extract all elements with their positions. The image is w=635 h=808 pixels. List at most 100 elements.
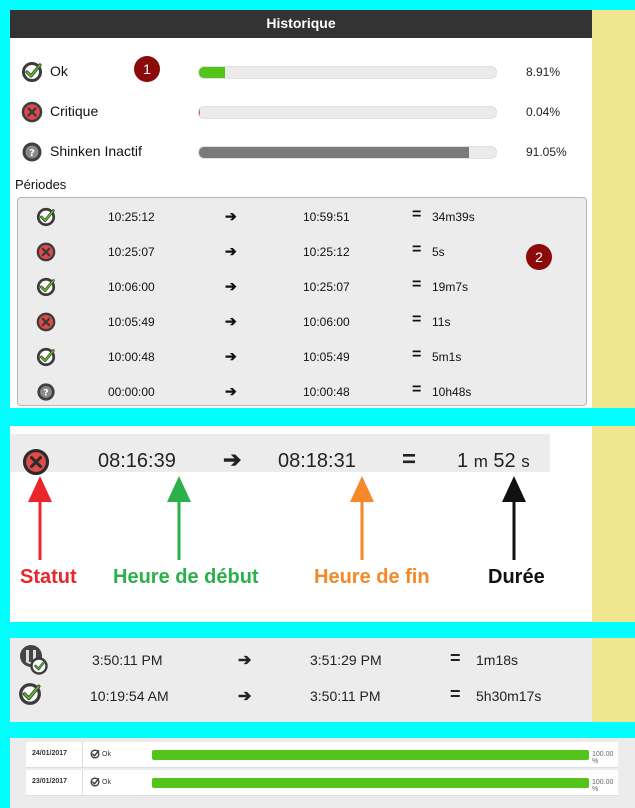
arrow-right-icon: ➔ <box>225 208 237 224</box>
period-start: 10:25:07 <box>108 245 155 259</box>
side-strip <box>592 426 635 622</box>
period-row: ? 00:00:00 ➔ 10:00:48 = 10h48s <box>18 380 586 404</box>
check-circle-icon <box>18 682 42 709</box>
equals-sign: = <box>412 311 422 328</box>
side-strip <box>592 10 635 408</box>
x-circle-icon <box>21 101 43 128</box>
daily-row: 23/01/2017 Ok 100.00 % <box>26 770 618 796</box>
periods-title: Périodes <box>15 177 67 192</box>
stat-percent: 0.04% <box>526 105 561 119</box>
arrow-right-icon: ➔ <box>225 348 237 364</box>
stat-percent: 91.05% <box>526 145 567 159</box>
period-start: 00:00:00 <box>108 385 155 399</box>
check-circle-icon <box>90 749 100 761</box>
period-duration: 19m7s <box>432 280 469 294</box>
legend-duration: Durée <box>488 566 545 588</box>
legend-start-time: Heure de début <box>113 566 259 588</box>
progress-fill <box>199 67 226 78</box>
stat-row-ok: Ok 8.91% <box>10 61 592 83</box>
period-start: 10:05:49 <box>108 315 155 329</box>
arrow-right-icon: ➔ <box>225 313 237 329</box>
timeline-row: 3:50:11 PM ➔ 3:51:29 PM = 1m18s <box>10 644 592 675</box>
equals-sign: = <box>412 206 422 223</box>
svg-text:?: ? <box>43 389 48 399</box>
question-circle-icon: ? <box>36 382 56 405</box>
timeline-start: 3:50:11 PM <box>92 652 163 668</box>
period-start: 10:06:00 <box>108 280 155 294</box>
stat-label: Critique <box>50 103 99 119</box>
period-duration: 11s <box>432 315 451 329</box>
periods-list: 10:25:12 ➔ 10:59:51 = 34m39s 10:25:07 ➔ 10:25:1… <box>17 197 587 406</box>
check-circle-icon <box>21 61 43 88</box>
daily-row: 24/01/2017 Ok 100.00 % <box>26 742 618 768</box>
timeline-row: 10:19:54 AM ➔ 3:50:11 PM = 5h30m17s <box>10 680 592 710</box>
equals-sign: = <box>450 648 461 668</box>
period-row: 10:06:00 ➔ 10:25:07 = 19m7s <box>18 275 586 299</box>
check-circle-icon <box>36 347 56 370</box>
timeline-duration: 1m18s <box>476 652 519 668</box>
equals-sign: = <box>450 684 461 704</box>
daily-bar <box>152 778 589 788</box>
progress-bar <box>198 146 497 159</box>
period-end: 10:25:12 <box>303 245 350 259</box>
period-duration: 10h48s <box>432 385 472 399</box>
check-circle-icon <box>36 207 56 230</box>
check-circle-icon <box>90 777 100 789</box>
daily-date: 24/01/2017 <box>32 750 68 757</box>
stat-label: Ok <box>50 63 68 79</box>
check-circle-icon <box>36 277 56 300</box>
example-period-row: 08:16:39 ➔ 08:18:31 = 1 m 52 s <box>10 434 550 476</box>
wrench-overlay-icon <box>18 644 50 679</box>
period-duration: 5m1s <box>432 350 462 364</box>
period-end: 10:59:51 <box>303 210 350 224</box>
arrow-right-icon: ➔ <box>225 278 237 294</box>
equals-sign: = <box>412 346 422 363</box>
period-start: 10:25:12 <box>108 210 155 224</box>
daily-percent: 100.00 % <box>592 779 614 793</box>
daily-status-label: Ok <box>102 779 111 786</box>
daily-history-panel: 24/01/2017 Ok 100.00 % 23/01/2017 Ok 100… <box>10 738 635 808</box>
x-circle-icon <box>36 242 56 265</box>
stat-label: Shinken Inactif <box>50 143 142 159</box>
daily-status-label: Ok <box>102 751 111 758</box>
annotation-badge-1: 1 <box>134 56 160 82</box>
equals-sign: = <box>412 241 422 258</box>
annotation-badge-2: 2 <box>526 244 552 270</box>
period-row: 10:00:48 ➔ 10:05:49 = 5m1s <box>18 345 586 369</box>
progress-bar <box>198 66 497 79</box>
period-start: 10:00:48 <box>108 350 155 364</box>
period-end: 10:00:48 <box>303 385 350 399</box>
period-row: 10:25:12 ➔ 10:59:51 = 34m39s <box>18 205 586 229</box>
period-row: 10:05:49 ➔ 10:06:00 = 11s <box>18 310 586 334</box>
period-duration: 34m39s <box>432 210 475 224</box>
side-strip <box>592 638 635 722</box>
period-end: 10:06:00 <box>303 315 350 329</box>
legend-arrows <box>28 476 526 560</box>
equals-sign: = <box>412 381 422 398</box>
history-title: Historique <box>10 10 592 38</box>
timeline-end: 3:51:29 PM <box>310 652 382 668</box>
timeline-panel: 3:50:11 PM ➔ 3:51:29 PM = 1m18s 10:19:54… <box>10 638 592 722</box>
progress-fill <box>199 147 470 158</box>
question-circle-icon: ? <box>21 141 43 168</box>
history-panel: Historique Ok 8.91% Critique 0.04% ? Shi… <box>10 10 592 408</box>
arrow-right-icon: ➔ <box>238 688 252 705</box>
timeline-end: 3:50:11 PM <box>310 688 381 704</box>
divider <box>82 742 83 768</box>
timeline-duration: 5h30m17s <box>476 688 542 704</box>
timeline-start: 10:19:54 AM <box>90 688 169 704</box>
legend-status: Statut <box>20 566 77 588</box>
stat-row-critical: Critique 0.04% <box>10 101 592 123</box>
stat-row-inactive: ? Shinken Inactif 91.05% <box>10 141 592 163</box>
x-circle-icon <box>36 312 56 335</box>
legend-end-time: Heure de fin <box>314 566 430 588</box>
svg-text:?: ? <box>29 148 35 159</box>
period-row: 10:25:07 ➔ 10:25:12 = 5s <box>18 240 586 264</box>
legend-panel: 08:16:39 ➔ 08:18:31 = 1 m 52 s Statut He… <box>10 426 592 622</box>
stat-percent: 8.91% <box>526 65 561 79</box>
daily-percent: 100.00 % <box>592 751 614 765</box>
period-duration: 5s <box>432 245 445 259</box>
period-end: 10:05:49 <box>303 350 350 364</box>
progress-bar <box>198 106 497 119</box>
period-end: 10:25:07 <box>303 280 350 294</box>
